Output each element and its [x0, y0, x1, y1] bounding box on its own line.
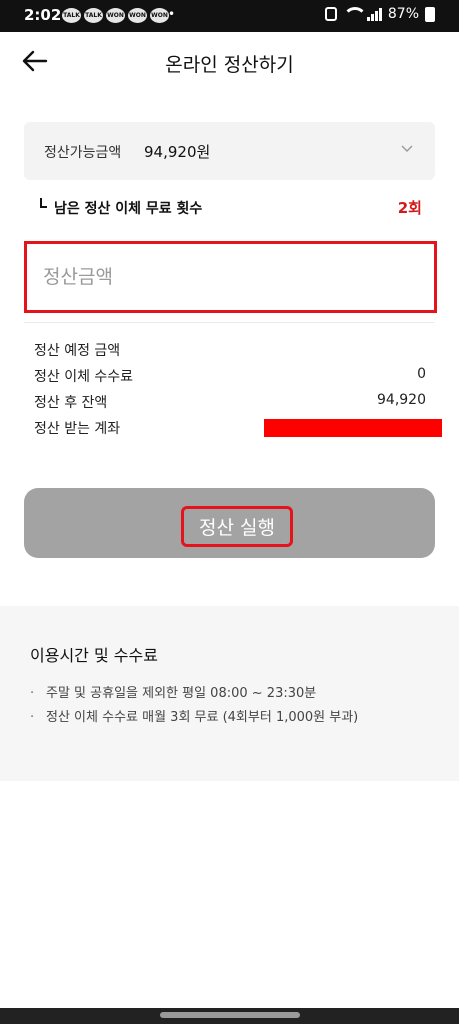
execute-button-label: 정산 실행 [181, 506, 293, 547]
more-notifications-dot: • [168, 7, 176, 21]
app-header: 온라인 정산하기 [0, 32, 459, 94]
bullet-icon: · [30, 686, 35, 701]
expected-amount-label: 정산 예정 금액 [34, 343, 121, 359]
status-right: 87% [324, 6, 435, 22]
settlement-amount-field [24, 241, 437, 313]
redacted-account-bar [264, 419, 442, 437]
balance-after-row: 정산 후 잔액 94,920 [34, 392, 426, 414]
won-notification-icon: WON [128, 8, 147, 23]
transfer-fee-row: 정산 이체 수수료 0 [34, 366, 426, 388]
free-transfer-count: 2회 [397, 199, 422, 217]
divider [24, 322, 435, 323]
settlement-amount-input[interactable] [43, 244, 403, 310]
free-transfer-label: 남은 정산 이체 무료 횟수 [54, 201, 203, 217]
home-indicator-bar[interactable] [160, 1012, 300, 1018]
chevron-down-icon [401, 145, 413, 152]
transfer-fee-label: 정산 이체 수수료 [34, 369, 134, 385]
battery-percent: 87% [387, 6, 419, 22]
talk-notification-icon: TALK [84, 8, 103, 23]
balance-after-value: 94,920 [377, 392, 426, 408]
status-bar: 2:02 TALK TALK WON WON WON • 87% [0, 0, 459, 32]
usage-info-item: · 정산 이체 수수료 매월 3회 무료 (4회부터 1,000원 부과) [30, 706, 358, 725]
notification-icons: TALK TALK WON WON WON [62, 8, 169, 23]
settlement-available-value: 94,920원 [144, 143, 211, 161]
settlement-available-label: 정산가능금액 [44, 145, 122, 161]
navigation-bar [0, 1008, 459, 1024]
usage-info-title: 이용시간 및 수수료 [30, 646, 158, 665]
transfer-fee-value: 0 [417, 366, 426, 382]
won-notification-icon: WON [106, 8, 125, 23]
execute-settlement-button[interactable]: 정산 실행 [24, 488, 435, 558]
battery-icon [425, 6, 435, 22]
receiving-account-label: 정산 받는 계좌 [34, 421, 121, 437]
page-title: 온라인 정산하기 [165, 54, 294, 76]
balance-after-label: 정산 후 잔액 [34, 395, 108, 411]
usage-info-text: 주말 및 공휴일을 제외한 평일 08:00 ~ 23:30분 [46, 686, 317, 701]
free-transfer-row: 남은 정산 이체 무료 횟수 2회 [38, 196, 424, 220]
status-time: 2:02 [24, 6, 62, 24]
talk-notification-icon: TALK [62, 8, 81, 23]
usage-info-item: · 주말 및 공휴일을 제외한 평일 08:00 ~ 23:30분 [30, 682, 316, 701]
signal-icon [366, 7, 382, 21]
usage-info-text: 정산 이체 수수료 매월 3회 무료 (4회부터 1,000원 부과) [46, 710, 359, 725]
alarm-icon [324, 7, 337, 21]
settlement-amount-select[interactable]: 정산가능금액 94,920원 [24, 122, 435, 180]
wifi-icon [342, 7, 367, 21]
receiving-account-row: 정산 받는 계좌 [34, 418, 442, 440]
won-notification-icon: WON [150, 8, 169, 23]
expected-amount-row: 정산 예정 금액 [34, 340, 426, 362]
corner-bracket-icon [40, 198, 47, 208]
usage-info-panel: 이용시간 및 수수료 · 주말 및 공휴일을 제외한 평일 08:00 ~ 23:… [0, 606, 459, 781]
bullet-icon: · [30, 710, 35, 725]
